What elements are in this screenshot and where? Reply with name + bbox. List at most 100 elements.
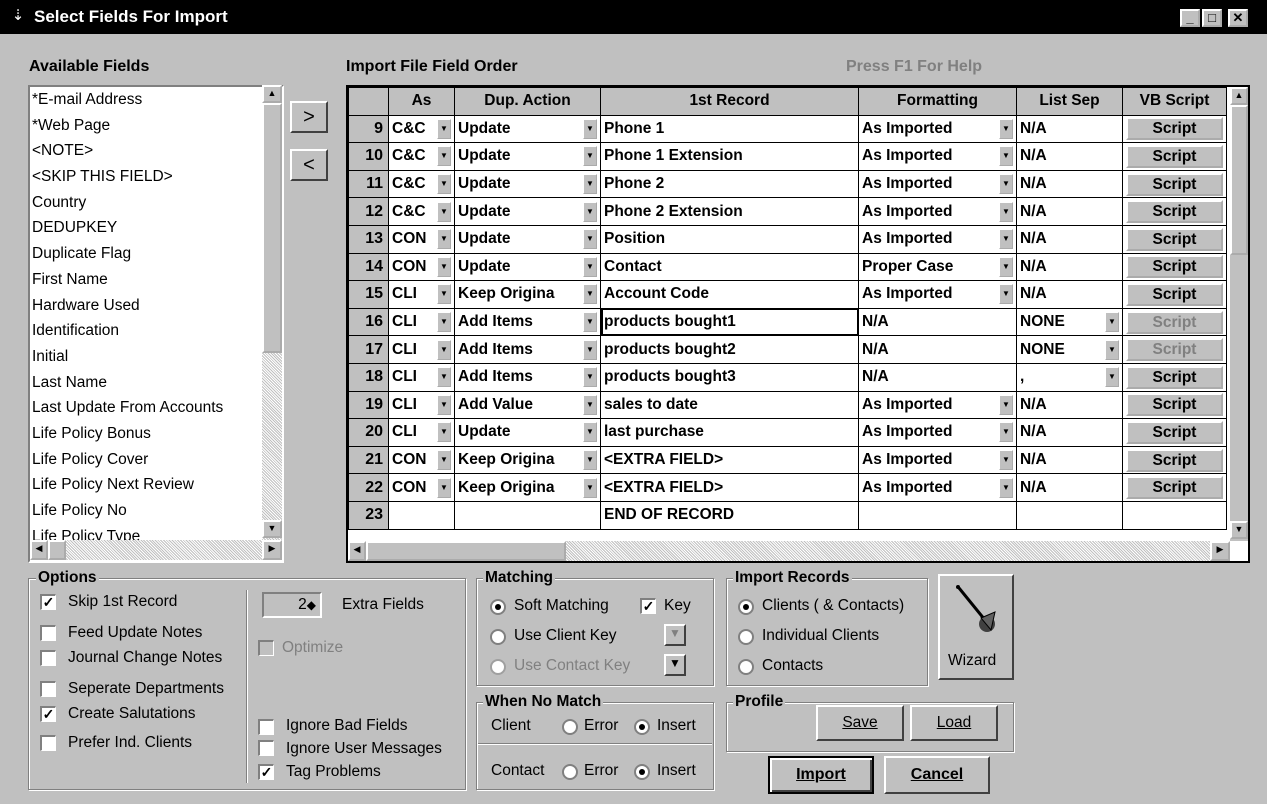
client-error-radio[interactable]	[562, 719, 578, 735]
grid-row[interactable]: 19 CLI ▼ Add Value ▼ sales to date As Imported…	[348, 390, 1227, 420]
list-sep-cell[interactable]: N/A	[1016, 445, 1123, 475]
first-record-cell[interactable]: Phone 2 Extension	[600, 197, 859, 226]
dup-action-cell[interactable]: Update ▼	[454, 142, 601, 171]
dup-action-cell[interactable]: Keep Origina ▼	[454, 280, 601, 309]
close-button[interactable]: ✕	[1228, 9, 1248, 27]
chevron-down-icon[interactable]: ▼	[437, 146, 451, 167]
grid-row[interactable]: 11 C&C ▼ Update ▼ Phone 2 As Imported ▼ N/A Scrip…	[348, 169, 1227, 199]
chevron-down-icon[interactable]: ▼	[1105, 312, 1119, 333]
column-header[interactable]: As	[388, 87, 455, 116]
import-field-grid[interactable]: As Dup. Action 1st Record Formatting Lis…	[346, 85, 1250, 563]
vb-script-button[interactable]: Script	[1126, 255, 1223, 279]
grid-row[interactable]: 17 CLI ▼ Add Items ▼ products bought2 N/A NONE ▼…	[348, 335, 1227, 364]
first-record-cell[interactable]: <EXTRA FIELD>	[600, 445, 859, 475]
grid-row[interactable]: 13 CON ▼ Update ▼ Position As Imported ▼ N/A Scri…	[348, 224, 1227, 254]
first-record-cell[interactable]: Phone 1 Extension	[600, 142, 859, 171]
list-sep-cell[interactable]: N/A	[1016, 280, 1123, 309]
list-sep-cell[interactable]: N/A	[1016, 252, 1123, 282]
chevron-down-icon[interactable]: ▼	[583, 312, 597, 333]
vb-script-button[interactable]: Script	[1126, 476, 1223, 500]
available-field-item[interactable]: Life Policy No	[30, 498, 282, 524]
dup-action-cell[interactable]: Keep Origina ▼	[454, 445, 601, 475]
available-field-item[interactable]: Hardware Used	[30, 293, 282, 319]
as-cell[interactable]: C&C ▼	[388, 197, 455, 226]
as-cell[interactable]: CLI ▼	[388, 280, 455, 309]
as-cell[interactable]: C&C ▼	[388, 114, 455, 144]
option-checkbox[interactable]	[40, 650, 56, 666]
first-record-cell[interactable]: Position	[600, 224, 859, 254]
grid-scroll-up-button[interactable]: ▲	[1230, 87, 1248, 105]
column-header[interactable]: Dup. Action	[454, 87, 601, 116]
fields-scroll-left-button[interactable]: ◀	[30, 540, 48, 560]
chevron-down-icon[interactable]: ▼	[583, 339, 597, 360]
dup-action-cell[interactable]	[454, 500, 601, 530]
available-field-item[interactable]: Last Update From Accounts	[30, 395, 282, 421]
grid-hscroll-thumb[interactable]	[366, 541, 566, 561]
grid-row[interactable]: 20 CLI ▼ Update ▼ last purchase As Imported ▼ N/…	[348, 418, 1227, 447]
client-insert-radio[interactable]	[634, 719, 650, 735]
cancel-button[interactable]: Cancel	[884, 756, 990, 794]
dup-action-cell[interactable]: Update ▼	[454, 252, 601, 282]
chevron-down-icon[interactable]: ▼	[583, 450, 597, 471]
chevron-down-icon[interactable]: ▼	[583, 229, 597, 250]
formatting-cell[interactable]: As Imported ▼	[858, 169, 1017, 199]
dup-action-cell[interactable]: Update ▼	[454, 224, 601, 254]
row-number[interactable]: 19	[348, 390, 389, 420]
fields-horizontal-scrollbar[interactable]	[30, 540, 282, 560]
vb-script-button[interactable]: Script	[1126, 338, 1223, 362]
chevron-down-icon[interactable]: ▼	[999, 284, 1013, 305]
available-field-item[interactable]: Life Policy Next Review	[30, 472, 282, 498]
clients-contacts-radio[interactable]	[738, 599, 754, 615]
list-sep-cell[interactable]: N/A	[1016, 197, 1123, 226]
tag-problems-checkbox[interactable]: ✓	[258, 764, 274, 780]
as-cell[interactable]	[388, 500, 455, 530]
formatting-cell[interactable]: Proper Case ▼	[858, 252, 1017, 282]
individual-clients-radio[interactable]	[738, 629, 754, 645]
as-cell[interactable]: CLI ▼	[388, 307, 455, 337]
chevron-down-icon[interactable]: ▼	[583, 284, 597, 305]
chevron-down-icon[interactable]: ▼	[583, 146, 597, 167]
first-record-cell[interactable]: END OF RECORD	[600, 500, 859, 530]
available-field-item[interactable]: Life Policy Bonus	[30, 421, 282, 447]
available-field-item[interactable]: DEDUPKEY	[30, 215, 282, 241]
remove-field-button[interactable]: <	[290, 149, 328, 181]
fields-scroll-up-button[interactable]: ▲	[262, 85, 282, 103]
chevron-down-icon[interactable]: ▼	[437, 229, 451, 250]
chevron-down-icon[interactable]: ▼	[437, 477, 451, 498]
chevron-down-icon[interactable]: ▼	[999, 174, 1013, 195]
profile-load-button[interactable]: Load	[910, 705, 998, 741]
chevron-down-icon[interactable]: ▼	[583, 118, 597, 139]
grid-row[interactable]: 14 CON ▼ Update ▼ Contact Proper Case ▼ N/A Scrip…	[348, 252, 1227, 282]
row-number[interactable]: 20	[348, 418, 389, 447]
formatting-cell[interactable]: As Imported ▼	[858, 114, 1017, 144]
wizard-button[interactable]: Wizard	[938, 574, 1014, 680]
add-field-button[interactable]: >	[290, 101, 328, 133]
grid-scroll-down-button[interactable]: ▼	[1230, 521, 1248, 539]
first-record-cell[interactable]: <EXTRA FIELD>	[600, 473, 859, 502]
available-field-item[interactable]: First Name	[30, 267, 282, 293]
chevron-down-icon[interactable]: ▼	[583, 367, 597, 388]
as-cell[interactable]: C&C ▼	[388, 169, 455, 199]
first-record-cell[interactable]: products bought3	[600, 362, 859, 392]
dup-action-cell[interactable]: Update ▼	[454, 169, 601, 199]
vb-script-button[interactable]: Script	[1126, 172, 1223, 196]
chevron-down-icon[interactable]: ▼	[437, 367, 451, 388]
available-field-item[interactable]: *E-mail Address	[30, 87, 282, 113]
row-number[interactable]: 23	[348, 500, 389, 530]
list-sep-cell[interactable]: N/A	[1016, 142, 1123, 171]
list-sep-cell[interactable]: N/A	[1016, 390, 1123, 420]
key-checkbox[interactable]: ✓	[640, 598, 656, 614]
list-sep-cell[interactable]: N/A	[1016, 473, 1123, 502]
available-field-item[interactable]: Duplicate Flag	[30, 241, 282, 267]
chevron-down-icon[interactable]: ▼	[583, 477, 597, 498]
dup-action-cell[interactable]: Update ▼	[454, 418, 601, 447]
grid-scroll-thumb[interactable]	[1230, 105, 1248, 255]
as-cell[interactable]: CLI ▼	[388, 362, 455, 392]
chevron-down-icon[interactable]: ▼	[583, 256, 597, 277]
dup-action-cell[interactable]: Add Items ▼	[454, 335, 601, 364]
chevron-down-icon[interactable]: ▼	[437, 450, 451, 471]
chevron-down-icon[interactable]: ▼	[437, 422, 451, 443]
chevron-down-icon[interactable]: ▼	[437, 201, 451, 222]
vb-script-button[interactable]: Script	[1126, 448, 1223, 472]
row-number[interactable]: 16	[348, 307, 389, 337]
